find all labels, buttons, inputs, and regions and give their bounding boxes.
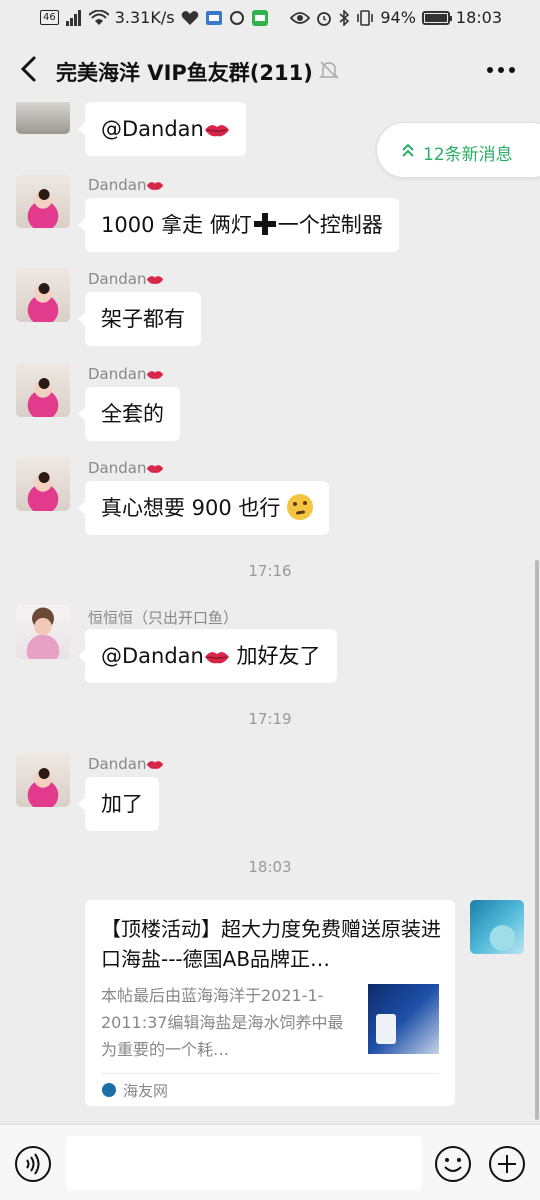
double-chevron-up-icon — [402, 143, 414, 157]
alarm-icon — [317, 11, 332, 26]
sender-name: Dandan — [88, 270, 164, 288]
divider — [101, 1073, 439, 1074]
link-card[interactable]: 【顶楼活动】超大力度免费赠送原装进口海盐---德国AB品牌正… 本帖最后由蓝海海… — [85, 900, 455, 1106]
back-chevron-icon[interactable] — [14, 52, 44, 86]
sender-name: Dandan — [88, 176, 164, 194]
message-bubble[interactable]: @Dandan 加好友了 — [78, 629, 337, 683]
message-bubble[interactable]: 全套的 — [78, 387, 180, 441]
kiss-lips-icon — [147, 465, 164, 473]
avatar[interactable] — [16, 268, 70, 322]
kiss-lips-icon — [147, 371, 164, 379]
voice-icon[interactable] — [14, 1145, 52, 1183]
chat-title: 完美海洋 VIP鱼友群(211) — [56, 61, 313, 85]
message-text: @Dandan — [101, 644, 204, 668]
message-text: @Dandan — [101, 117, 204, 141]
link-card-source: 海友网 — [123, 1082, 169, 1100]
sender-name: 恒恒恒（只出开口鱼） — [88, 609, 239, 627]
message-text-after: 加好友了 — [236, 644, 321, 668]
kiss-lips-icon — [147, 761, 164, 769]
status-left: 46 3.31K/s — [40, 8, 269, 27]
scrollbar[interactable] — [535, 560, 539, 1120]
input-bar — [0, 1124, 540, 1200]
avatar[interactable] — [16, 605, 70, 659]
message-text: 真心想要 900 也行 — [101, 496, 281, 520]
timestamp: 18:03 — [248, 858, 292, 876]
avatar[interactable] — [16, 102, 70, 134]
bell-off-icon — [319, 61, 339, 79]
network-type: 46 — [40, 10, 59, 25]
clock: 18:03 — [455, 8, 502, 27]
message-bubble[interactable]: @Dandan — [78, 102, 246, 156]
message-bubble[interactable]: 加了 — [78, 777, 159, 831]
kiss-lips-icon — [147, 276, 164, 284]
message-text: 架子都有 — [101, 307, 185, 331]
avatar[interactable] — [16, 457, 70, 511]
kiss-lips-icon — [204, 125, 229, 137]
app-icon-blue — [205, 10, 222, 25]
avatar[interactable] — [16, 363, 70, 417]
source-logo-icon — [102, 1083, 116, 1097]
status-right: 94% 18:03 — [290, 8, 502, 27]
link-card-description: 本帖最后由蓝海海洋于2021-1-2011:37编辑海盐是海水饲养中最为重要的一… — [101, 986, 344, 1059]
battery-percent: 94% — [380, 8, 416, 27]
sender-name: Dandan — [88, 459, 164, 477]
thinking-face-icon — [287, 494, 314, 520]
avatar[interactable] — [16, 174, 70, 228]
message-text: 加了 — [101, 792, 143, 816]
app-icon-green — [251, 9, 268, 26]
status-bar: 46 3.31K/s 94% 18:03 — [0, 0, 540, 36]
eye-icon — [290, 11, 311, 24]
bluetooth-icon — [339, 9, 350, 26]
message-text: 1000 拿走 俩灯 — [101, 213, 252, 237]
battery-icon — [421, 10, 452, 25]
message-text: 全套的 — [101, 402, 164, 426]
circle-icon — [229, 10, 244, 25]
new-messages-label: 12条新消息 — [423, 145, 513, 165]
kiss-lips-icon — [204, 652, 229, 664]
sender-name: Dandan — [88, 755, 164, 773]
message-bubble[interactable]: 真心想要 900 也行 — [77, 481, 330, 535]
avatar[interactable] — [470, 900, 524, 954]
message-bubble[interactable]: 1000 拿走 俩灯 一个控制器 — [78, 198, 399, 252]
network-speed: 3.31K/s — [114, 8, 175, 27]
chat-header: 完美海洋 VIP鱼友群(211) — [0, 36, 540, 102]
link-card-title: 【顶楼活动】超大力度免费赠送原装进口海盐---德国AB品牌正… — [101, 917, 441, 971]
plus-icon[interactable] — [488, 1145, 526, 1183]
timestamp: 17:19 — [248, 710, 292, 728]
signal-icon — [65, 9, 81, 26]
message-bubble[interactable]: 架子都有 — [78, 292, 201, 346]
heart-icon — [181, 10, 198, 25]
message-text-after: 一个控制器 — [277, 213, 383, 237]
sender-name: Dandan — [88, 365, 164, 383]
avatar[interactable] — [16, 753, 70, 807]
message-input[interactable] — [66, 1136, 422, 1190]
plus-emoji-icon — [253, 213, 276, 235]
link-card-thumbnail — [368, 984, 439, 1054]
kiss-lips-icon — [147, 182, 164, 190]
vibrate-icon — [357, 9, 374, 26]
new-messages-button[interactable]: 12条新消息 — [376, 122, 540, 178]
timestamp: 17:16 — [248, 562, 292, 580]
emoji-icon[interactable] — [434, 1145, 472, 1183]
message-list[interactable]: @Dandan 12条新消息 Dandan 1000 拿走 俩灯 一个控制器 Da… — [0, 102, 540, 1124]
more-dots-icon[interactable] — [486, 60, 516, 80]
wifi-icon — [88, 9, 109, 25]
